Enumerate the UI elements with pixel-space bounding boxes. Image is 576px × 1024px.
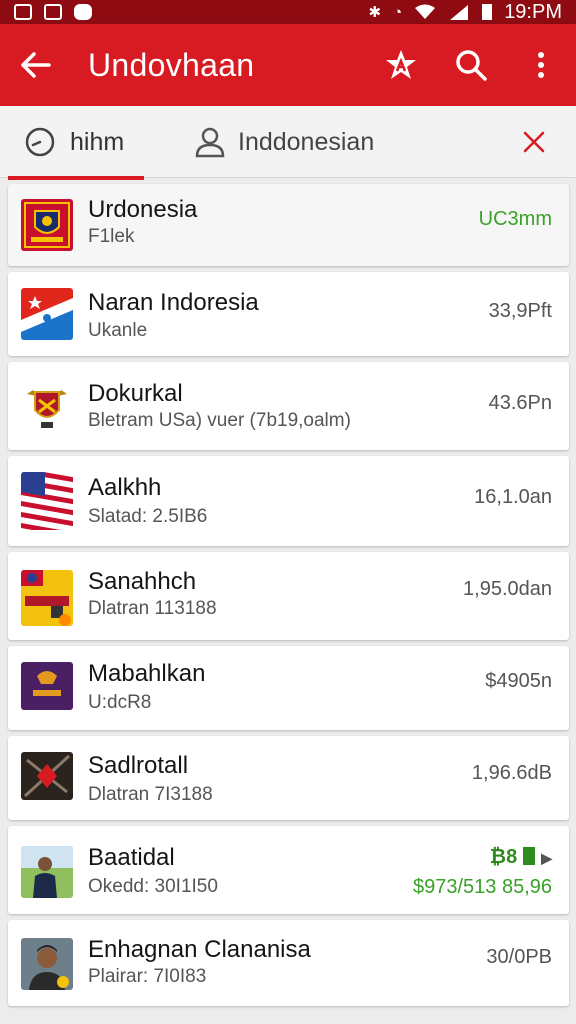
status-time: 19:PM xyxy=(504,0,562,23)
list-item[interactable]: Naran Indoresia Ukanle 33,9Pft xyxy=(8,272,569,356)
notification-link-icon xyxy=(44,4,62,20)
back-arrow-icon xyxy=(21,52,51,78)
page-title: Undovhaan xyxy=(88,46,255,83)
more-vert-icon xyxy=(538,52,544,78)
search-button[interactable] xyxy=(436,24,506,106)
back-button[interactable] xyxy=(0,24,72,106)
item-value: $973/513 85,96 xyxy=(412,876,552,898)
item-value: UC3mm xyxy=(478,208,552,230)
item-value: 1,95.0dan xyxy=(463,578,552,600)
item-subtitle: Bletram USa) vuer (7b19,oalm) xyxy=(88,410,351,431)
item-title: Baatidal xyxy=(88,844,175,871)
item-title: Urdonesia xyxy=(88,196,198,223)
item-badge-text: ₿8 xyxy=(489,846,518,868)
signal-icon xyxy=(450,5,469,20)
favorite-button[interactable] xyxy=(366,24,436,106)
item-subtitle: Dlatran 7I3188 xyxy=(88,784,213,805)
list-item[interactable]: Enhagnan Clananisa Plairar: 7I0I83 30/0P… xyxy=(8,920,569,1006)
tab-history-label: hihm xyxy=(70,127,125,156)
clock-icon xyxy=(25,127,55,157)
item-value: 43.6Pn xyxy=(488,392,552,414)
list-item[interactable]: Urdonesia F1lek UC3mm xyxy=(8,184,569,266)
item-subtitle: Okedd: 30I1I50 xyxy=(88,876,218,897)
search-input[interactable]: Inddonesian xyxy=(194,106,374,178)
wifi-icon xyxy=(415,4,436,19)
item-value: 1,96.6dB xyxy=(471,762,552,784)
item-subtitle: Plairar: 7I0I83 xyxy=(88,966,207,987)
item-title: Enhagnan Clananisa xyxy=(88,936,311,963)
item-title: Sadlrotall xyxy=(88,752,189,779)
status-notifications xyxy=(14,4,92,20)
item-title: Aalkhh xyxy=(88,474,162,501)
purple-logo-thumbnail xyxy=(21,662,73,710)
item-subtitle: Slatad: 2.5IB6 xyxy=(88,506,208,527)
list-item[interactable]: Sadlrotall Dlatran 7I3188 1,96.6dB xyxy=(8,736,569,820)
chevron-right-icon: ▶ xyxy=(541,850,552,866)
notification-image-icon xyxy=(14,4,32,20)
flag-thumbnail xyxy=(21,288,73,340)
star-badge-icon xyxy=(386,50,416,79)
item-subtitle: Ukanle xyxy=(88,320,148,341)
search-bar: hihm Inddonesian xyxy=(0,106,576,180)
item-value: 16,1.0an xyxy=(474,486,552,508)
status-system: ✱ ◔ 19:PM xyxy=(369,1,562,24)
item-title: Naran Indoresia xyxy=(88,289,259,316)
item-subtitle: F1lek xyxy=(88,226,135,247)
clear-search-button[interactable] xyxy=(512,120,556,164)
tab-history[interactable]: hihm xyxy=(8,106,144,180)
item-title: Mabahlkan xyxy=(88,660,206,687)
search-icon xyxy=(456,50,487,81)
yellow-badge-thumbnail xyxy=(21,570,73,626)
notification-app-icon xyxy=(74,4,92,20)
item-value: $4905n xyxy=(485,670,552,692)
close-icon xyxy=(523,131,545,153)
us-flag-thumbnail xyxy=(21,472,73,530)
list-item[interactable]: Mabahlkan U:dcR8 $4905n xyxy=(8,646,569,730)
item-subtitle: U:dcR8 xyxy=(88,692,152,713)
app-bar: Undovhaan xyxy=(0,24,576,106)
list-item[interactable]: Baatidal Okedd: 30I1I50 ₿8 ▶ $973/513 85,… xyxy=(8,826,569,914)
dark-diamond-thumbnail xyxy=(21,752,73,800)
list-item[interactable]: Dokurkal Bletram USa) vuer (7b19,oalm) 4… xyxy=(8,362,569,450)
overflow-menu-button[interactable] xyxy=(506,24,576,106)
search-query: Inddonesian xyxy=(238,127,375,156)
item-value: 33,9Pft xyxy=(488,300,552,322)
results-list: Urdonesia F1lek UC3mm Naran Indoresia Uk… xyxy=(8,184,569,1012)
person-portrait-thumbnail xyxy=(21,938,73,990)
active-tab-indicator xyxy=(8,176,144,180)
item-badge: ₿8 ▶ xyxy=(490,846,552,869)
person-icon xyxy=(195,127,225,158)
list-item[interactable]: Sanahhch Dlatran 113188 1,95.0dan xyxy=(8,552,569,640)
crest-thumbnail xyxy=(21,199,73,251)
person-outdoor-thumbnail xyxy=(21,846,73,898)
bluetooth-icon: ✱ xyxy=(368,4,382,21)
sync-icon: ◔ xyxy=(393,3,403,21)
emblem-thumbnail xyxy=(21,380,73,432)
list-item[interactable]: Aalkhh Slatad: 2.5IB6 16,1.0an xyxy=(8,456,569,546)
battery-icon xyxy=(482,4,493,20)
item-value: 30/0PB xyxy=(486,946,552,968)
item-subtitle: Dlatran 113188 xyxy=(88,598,217,619)
badge-block-icon xyxy=(523,847,536,865)
item-title: Dokurkal xyxy=(88,380,183,407)
status-bar: ✱ ◔ 19:PM xyxy=(0,0,576,24)
item-title: Sanahhch xyxy=(88,568,197,595)
